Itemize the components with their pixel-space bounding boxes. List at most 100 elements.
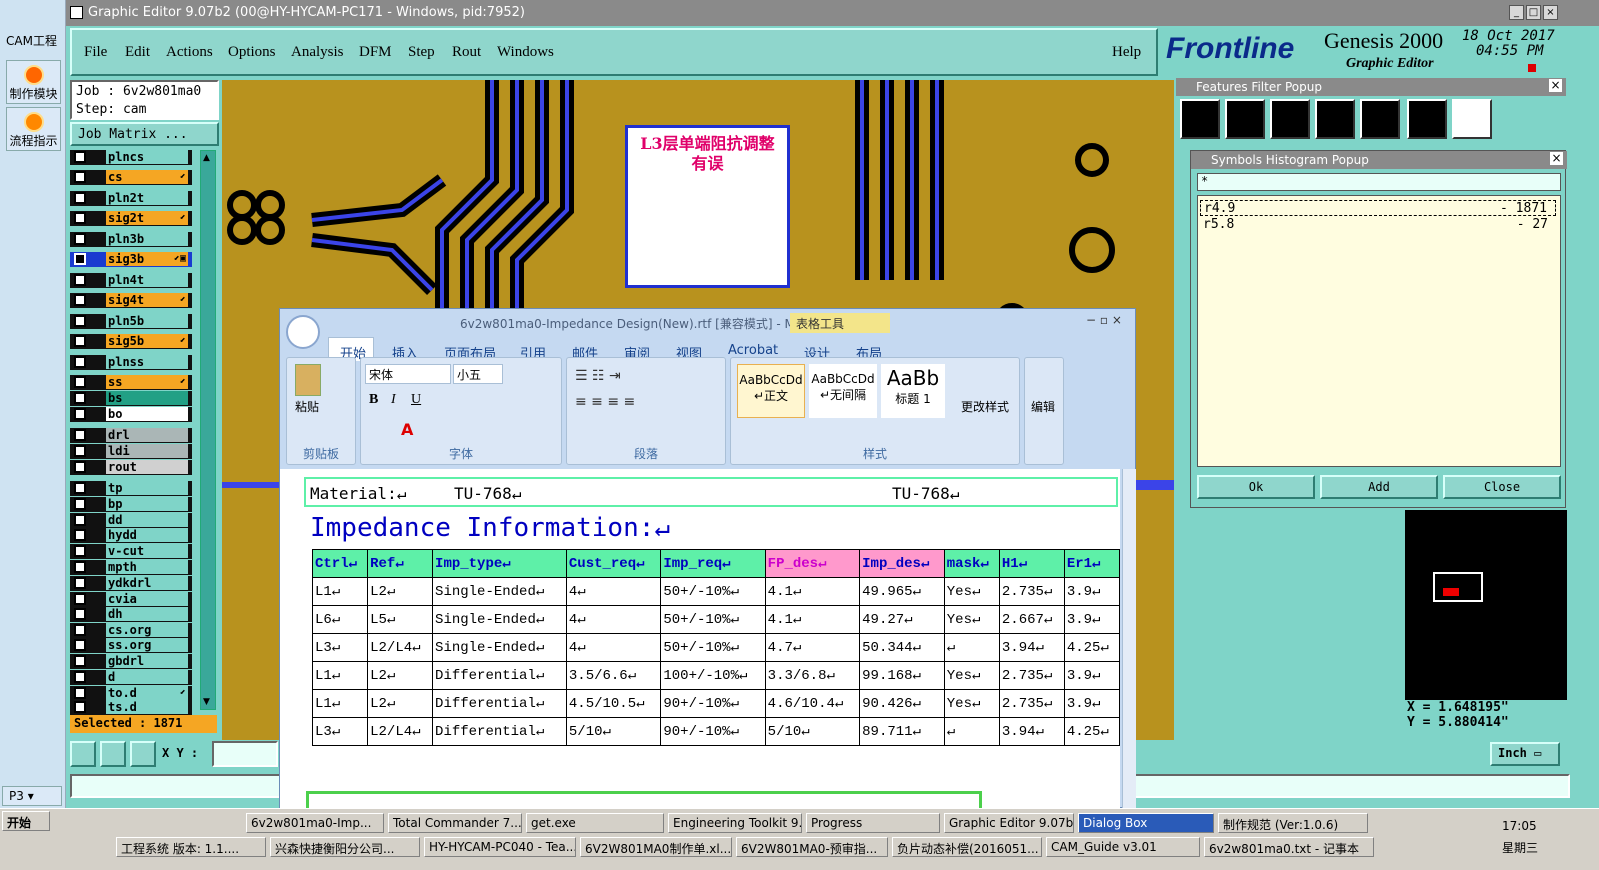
menu-edit[interactable]: Edit: [125, 44, 150, 61]
layer-row[interactable]: pln4t: [70, 273, 192, 288]
font-name-select[interactable]: 宋体: [365, 364, 451, 384]
layer-name[interactable]: sig2t ⬋: [106, 211, 188, 225]
taskbar-button[interactable]: 制作规范 (Ver:1.0.6): [1218, 813, 1368, 833]
layer-name[interactable]: v-cut: [106, 544, 188, 558]
minus-icon[interactable]: [1452, 99, 1492, 139]
layer-name[interactable]: d: [106, 670, 188, 684]
taskbar-button[interactable]: 6v2w801ma0.txt - 记事本: [1204, 837, 1374, 857]
layer-name[interactable]: ts.d: [106, 700, 188, 714]
taskbar-button[interactable]: Progress: [806, 813, 940, 833]
layer-row[interactable]: to.d ⬋: [70, 686, 192, 701]
style-nospacing[interactable]: AaBbCcDd ↵无间隔: [809, 364, 877, 418]
layer-row[interactable]: pln5b: [70, 314, 192, 329]
office-button[interactable]: [286, 315, 320, 349]
layer-row[interactable]: bs: [70, 391, 192, 406]
layer-checkbox[interactable]: [74, 701, 86, 713]
layer-name[interactable]: to.d ⬋: [106, 686, 188, 700]
layer-row[interactable]: bo: [70, 407, 192, 422]
layer-row[interactable]: d: [70, 670, 192, 685]
layer-checkbox[interactable]: [74, 376, 86, 388]
bold-icon[interactable]: B: [369, 392, 378, 408]
italic-icon[interactable]: I: [391, 392, 396, 408]
job-matrix-button[interactable]: Job Matrix ...: [70, 122, 219, 146]
layer-row[interactable]: ydkdrl: [70, 576, 192, 591]
layer-checkbox[interactable]: [74, 687, 86, 699]
layer-checkbox[interactable]: [74, 545, 86, 557]
scroll-down-icon[interactable]: ▼: [203, 697, 210, 707]
layer-row[interactable]: cs ⬋: [70, 170, 192, 185]
layer-row[interactable]: mpth: [70, 560, 192, 575]
layer-checkbox[interactable]: [74, 315, 86, 327]
surface-tool-icon[interactable]: [1270, 99, 1310, 139]
layer-row[interactable]: dd: [70, 513, 192, 528]
tab-acrobat[interactable]: Acrobat: [728, 343, 778, 358]
layer-checkbox[interactable]: [74, 392, 86, 404]
layer-checkbox[interactable]: [74, 608, 86, 620]
scroll-up-icon[interactable]: ▲: [203, 153, 210, 163]
layer-name[interactable]: pln2t: [106, 191, 188, 205]
layer-row[interactable]: sig3b ⬋▣: [70, 252, 192, 267]
layer-name[interactable]: drl: [106, 428, 188, 442]
layer-checkbox[interactable]: [74, 274, 86, 286]
menu-analysis[interactable]: Analysis: [291, 44, 344, 61]
layer-row[interactable]: ldi: [70, 444, 192, 459]
layer-checkbox[interactable]: [74, 151, 86, 163]
cam-tool-make[interactable]: 制作模块: [6, 60, 61, 104]
symbol-row[interactable]: r5.8- 27: [1200, 217, 1556, 233]
close-button[interactable]: Close: [1443, 475, 1561, 499]
layer-scrollbar[interactable]: ▲ ▼: [200, 150, 216, 710]
edit-button[interactable]: 编辑: [1031, 398, 1055, 415]
menu-actions[interactable]: Actions: [166, 44, 213, 61]
layer-name[interactable]: bp: [106, 497, 188, 511]
layer-name[interactable]: plnss: [106, 355, 188, 369]
layer-row[interactable]: ss ⬋: [70, 375, 192, 390]
paste-icon[interactable]: [295, 364, 321, 396]
symbol-row[interactable]: r4.9- 1871: [1200, 200, 1556, 216]
layer-name[interactable]: sig4t ⬋: [106, 293, 188, 307]
pad-tool-icon[interactable]: [1225, 99, 1265, 139]
layer-checkbox[interactable]: [74, 482, 86, 494]
cam-tool-flow[interactable]: 流程指示: [6, 107, 61, 151]
layer-name[interactable]: cvia: [106, 592, 188, 606]
layer-row[interactable]: sig4t ⬋: [70, 293, 192, 308]
taskbar-button[interactable]: Graphic Editor 9.07b...: [944, 813, 1074, 833]
taskbar-button[interactable]: Dialog Box: [1078, 813, 1214, 833]
mini-preview[interactable]: [1405, 510, 1567, 700]
layer-name[interactable]: ldi: [106, 444, 188, 458]
layer-checkbox[interactable]: [74, 294, 86, 306]
layer-row[interactable]: gbdrl: [70, 654, 192, 669]
style-heading1[interactable]: AaBb 标题 1: [881, 364, 945, 418]
layer-name[interactable]: dh: [106, 607, 188, 621]
layer-checkbox[interactable]: [74, 624, 86, 636]
taskbar-button[interactable]: get.exe: [526, 813, 664, 833]
layer-row[interactable]: v-cut: [70, 544, 192, 559]
menu-options[interactable]: Options: [228, 44, 276, 61]
layer-checkbox[interactable]: [74, 445, 86, 457]
layer-checkbox[interactable]: [74, 335, 86, 347]
shp-close-icon[interactable]: ×: [1550, 152, 1563, 165]
layer-row[interactable]: pln3b: [70, 232, 192, 247]
tool-measure-icon[interactable]: [100, 741, 126, 767]
taskbar-button[interactable]: 6v2w801ma0-Imp...: [246, 813, 384, 833]
layer-row[interactable]: pln2t: [70, 191, 192, 206]
layer-row[interactable]: ss.org: [70, 638, 192, 653]
doc-scrollbar[interactable]: [1122, 469, 1136, 809]
layer-checkbox[interactable]: [74, 212, 86, 224]
tool-box-icon[interactable]: [70, 741, 96, 767]
layer-checkbox[interactable]: [74, 429, 86, 441]
layer-row[interactable]: plncs: [70, 150, 192, 165]
layer-name[interactable]: ydkdrl: [106, 576, 188, 590]
taskbar-button[interactable]: CAM_Guide v3.01: [1046, 837, 1200, 857]
menu-windows[interactable]: Windows: [497, 44, 554, 61]
taskbar-button[interactable]: 兴森快捷衡阳分公司...: [270, 837, 420, 857]
layer-name[interactable]: rout: [106, 460, 188, 474]
taskbar-button[interactable]: 负片动态补偿(2016051...: [892, 837, 1042, 857]
layer-row[interactable]: cvia: [70, 592, 192, 607]
layer-name[interactable]: plncs: [106, 150, 188, 164]
add-button[interactable]: Add: [1320, 475, 1438, 499]
style-normal[interactable]: AaBbCcDd ↵正文: [737, 364, 805, 418]
change-styles-button[interactable]: 更改样式: [961, 398, 1009, 415]
layer-row[interactable]: bp: [70, 497, 192, 512]
line-tool-icon[interactable]: [1180, 99, 1220, 139]
layer-checkbox[interactable]: [74, 192, 86, 204]
